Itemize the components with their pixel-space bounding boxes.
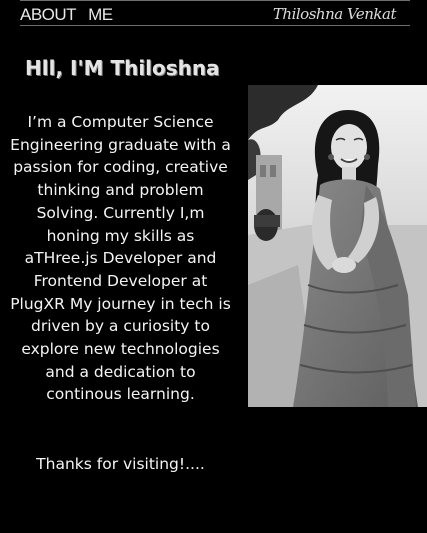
top-navigation-bar: ABOUT ME Thiloshna Venkat [20,0,410,26]
nav-item-me[interactable]: ME [88,5,113,25]
thanks-message: Thanks for visiting!.... [36,455,205,473]
brand-name[interactable]: Thiloshna Venkat [273,5,397,23]
nav-menu: ABOUT ME [20,5,113,25]
page-heading: Hll, I'M Thiloshna [25,56,220,80]
profile-photo-illustration [248,85,427,407]
nav-item-about[interactable]: ABOUT [20,5,77,25]
bio-paragraph: I’m a Computer Science Engineering gradu… [10,113,231,404]
profile-photo [248,85,427,407]
